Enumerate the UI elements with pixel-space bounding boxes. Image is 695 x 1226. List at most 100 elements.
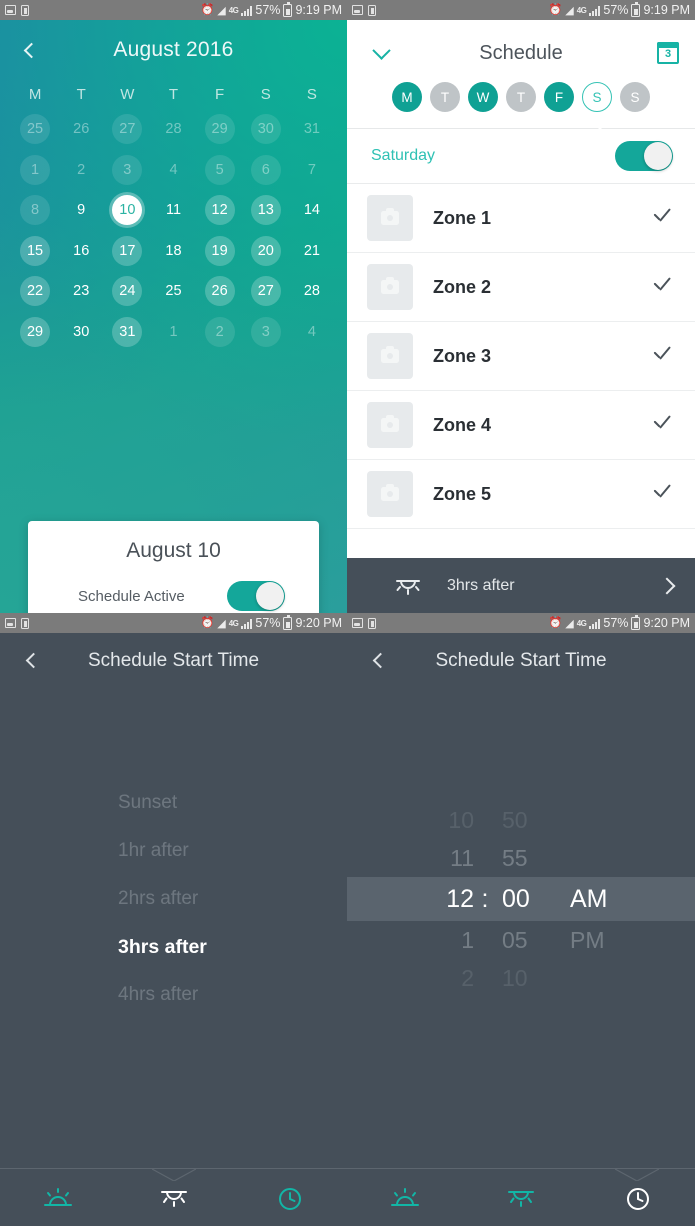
time-picker-row[interactable]: 11 55 <box>347 839 695 877</box>
camera-icon <box>381 346 399 363</box>
calendar-day-cell[interactable]: 31 <box>289 109 335 150</box>
check-icon[interactable] <box>651 276 673 298</box>
weekday-circle-0[interactable]: M <box>392 82 422 112</box>
status-bar: ⏰ ◢ 4G 57% 9:20 PM <box>0 613 347 633</box>
calendar-day-cell[interactable]: 27 <box>104 109 150 150</box>
calendar-day-cell[interactable]: 8 <box>12 190 58 231</box>
weekday-circle-2[interactable]: W <box>468 82 498 112</box>
back-button[interactable] <box>18 37 44 63</box>
tab-sunset[interactable] <box>116 1186 232 1210</box>
zone-row[interactable]: Zone 1 <box>347 184 695 253</box>
calendar-day-cell[interactable]: 18 <box>150 231 196 272</box>
tab-sunrise[interactable] <box>347 1186 463 1210</box>
calendar-day-cell[interactable]: 13 <box>243 190 289 231</box>
calendar-day-cell[interactable]: 9 <box>58 190 104 231</box>
calendar-day-cell[interactable]: 26 <box>197 271 243 312</box>
calendar-icon[interactable]: 3 <box>657 42 679 64</box>
check-icon[interactable] <box>651 483 673 505</box>
back-button[interactable] <box>367 648 393 674</box>
zone-row[interactable]: Zone 4 <box>347 391 695 460</box>
zone-thumbnail <box>367 402 413 448</box>
calendar-day-cell[interactable]: 1 <box>150 312 196 353</box>
time-picker[interactable]: 10 50 11 55 12:00 AM 1 05 PM 2 10 <box>347 688 695 1168</box>
calendar-day-cell[interactable]: 25 <box>12 109 58 150</box>
calendar-day-number: 14 <box>303 202 320 219</box>
time-picker-row[interactable]: 10 50 <box>347 801 695 839</box>
calendar-day-cell[interactable]: 25 <box>150 271 196 312</box>
time-picker-row[interactable]: 12:00 AM <box>347 877 695 921</box>
calendar-day-cell[interactable]: 6 <box>243 150 289 191</box>
offset-option[interactable]: Sunset <box>118 779 347 827</box>
calendar-day-cell[interactable]: 1 <box>12 150 58 191</box>
back-button[interactable] <box>20 648 46 674</box>
calendar-day-cell[interactable]: 28 <box>150 109 196 150</box>
calendar-day-cell[interactable]: 23 <box>58 271 104 312</box>
calendar-day-cell[interactable]: 15 <box>12 231 58 272</box>
chevron-right-icon <box>658 577 676 594</box>
calendar-day-cell[interactable]: 29 <box>197 109 243 150</box>
calendar-day-cell[interactable]: 30 <box>243 109 289 150</box>
zone-row[interactable]: Zone 2 <box>347 253 695 322</box>
calendar-day-cell[interactable]: 27 <box>243 271 289 312</box>
calendar-day-cell[interactable]: 19 <box>197 231 243 272</box>
calendar-day-cell[interactable]: 31 <box>104 312 150 353</box>
tab-clock[interactable] <box>579 1187 695 1210</box>
calendar-day-cell[interactable]: 30 <box>58 312 104 353</box>
check-icon[interactable] <box>651 345 673 367</box>
calendar-day-cell[interactable]: 21 <box>289 231 335 272</box>
calendar-week: 8 9 10 11 12 13 14 <box>12 190 335 231</box>
calendar-day-cell[interactable]: 7 <box>289 150 335 191</box>
offset-option[interactable]: 3hrs after <box>118 923 347 971</box>
signal-icon <box>589 5 601 16</box>
schedule-active-toggle[interactable] <box>227 581 285 611</box>
calendar-day-cell[interactable]: 24 <box>104 271 150 312</box>
calendar-day-cell[interactable]: 11 <box>150 190 196 231</box>
weekday-circle-1[interactable]: T <box>430 82 460 112</box>
collapse-button[interactable] <box>367 39 395 67</box>
dow-label: T <box>168 86 179 103</box>
calendar-day-cell[interactable]: 2 <box>58 150 104 191</box>
check-icon[interactable] <box>651 207 673 229</box>
zone-row[interactable]: Zone 5 <box>347 460 695 529</box>
calendar-day-cell[interactable]: 16 <box>58 231 104 272</box>
time-picker-row[interactable]: 2 10 <box>347 959 695 997</box>
calendar-day-cell[interactable]: 14 <box>289 190 335 231</box>
weekday-selector[interactable]: MTWTFSS <box>347 76 695 128</box>
check-icon[interactable] <box>651 414 673 436</box>
offset-option[interactable]: 2hrs after <box>118 875 347 923</box>
zone-row[interactable]: Zone 3 <box>347 322 695 391</box>
weekday-circle-4[interactable]: F <box>544 82 574 112</box>
active-tab-notch <box>151 1168 197 1182</box>
time-picker-row[interactable]: 1 05 PM <box>347 921 695 959</box>
calendar-day-cell[interactable]: 29 <box>12 312 58 353</box>
calendar-day-cell[interactable]: 20 <box>243 231 289 272</box>
calendar-day-cell[interactable]: 3 <box>104 150 150 191</box>
calendar-day-cell[interactable]: 4 <box>289 312 335 353</box>
calendar-day-cell[interactable]: 28 <box>289 271 335 312</box>
calendar-day-cell[interactable]: 26 <box>58 109 104 150</box>
sim-icon <box>21 4 29 16</box>
calendar-grid: 25 26 27 28 29 30 31 1 2 3 4 5 6 7 8 9 10 11 12 13 14 15 16 17 1… <box>0 103 347 352</box>
offset-picker[interactable]: Sunset 1hr after 2hrs after 3hrs after 4hrs … <box>0 688 347 1168</box>
offset-option[interactable]: 1hr after <box>118 827 347 875</box>
weekday-circle-5[interactable]: S <box>582 82 612 112</box>
calendar-day-cell[interactable]: 5 <box>197 150 243 191</box>
calendar-day-cell[interactable]: 10 <box>104 190 150 231</box>
calendar-day-cell[interactable]: 12 <box>197 190 243 231</box>
tab-sunset[interactable] <box>463 1186 579 1210</box>
start-time-footer[interactable]: 3hrs after <box>347 558 695 613</box>
calendar-day-cell[interactable]: 2 <box>197 312 243 353</box>
weekday-circle-3[interactable]: T <box>506 82 536 112</box>
day-enabled-toggle[interactable] <box>615 141 673 171</box>
tab-sunrise[interactable] <box>0 1186 116 1210</box>
calendar-day-cell[interactable]: 17 <box>104 231 150 272</box>
offset-option[interactable]: 4hrs after <box>118 971 347 1019</box>
calendar-day-cell[interactable]: 4 <box>150 150 196 191</box>
bottom-tab-bar[interactable] <box>0 1168 347 1226</box>
calendar-day-cell[interactable]: 22 <box>12 271 58 312</box>
calendar-day-cell[interactable]: 3 <box>243 312 289 353</box>
tab-clock[interactable] <box>231 1187 347 1210</box>
bottom-tab-bar[interactable] <box>347 1168 695 1226</box>
calendar-day-number: 24 <box>112 276 143 307</box>
weekday-circle-6[interactable]: S <box>620 82 650 112</box>
